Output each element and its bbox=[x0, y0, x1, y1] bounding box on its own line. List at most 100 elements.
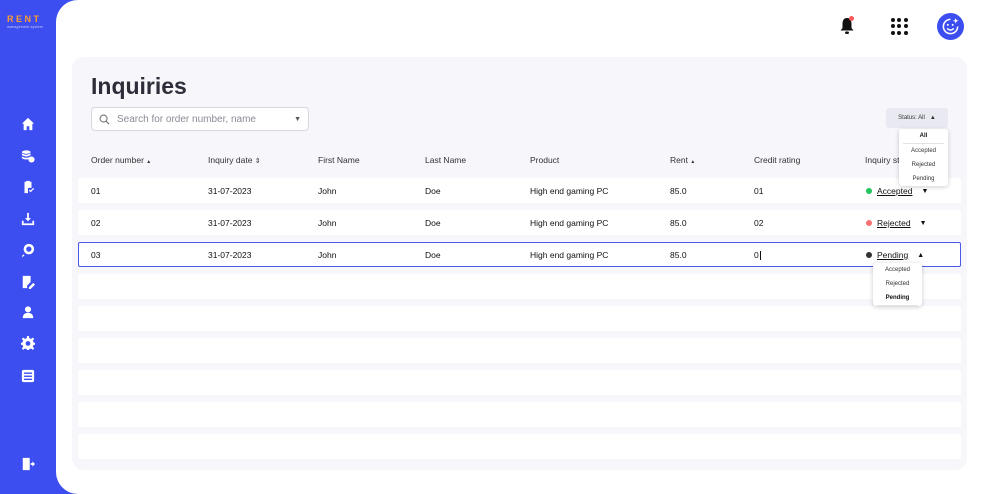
table-row[interactable]: 01 31-07-2023 John Doe High end gaming P… bbox=[78, 178, 961, 203]
search-placeholder: Search for order number, name bbox=[117, 113, 256, 125]
nav-tasks[interactable] bbox=[0, 366, 56, 386]
status-label: Pending bbox=[877, 250, 909, 260]
chevron-down-icon: ▼ bbox=[921, 187, 929, 195]
empty-row bbox=[78, 306, 961, 331]
header-rent[interactable]: Rent ▲ bbox=[670, 155, 695, 165]
money-icon bbox=[21, 150, 35, 163]
cell-first-name: John bbox=[318, 186, 337, 196]
status-select[interactable]: Rejected ▼ bbox=[866, 218, 927, 228]
nav-settings[interactable] bbox=[0, 333, 56, 353]
status-dot bbox=[866, 220, 872, 226]
row-status-dropdown: Accepted Rejected Pending bbox=[873, 263, 922, 306]
cell-product: High end gaming PC bbox=[530, 250, 609, 260]
cell-inquiry-date: 31-07-2023 bbox=[208, 186, 252, 196]
logout-icon bbox=[22, 457, 35, 471]
sort-asc-icon: ▲ bbox=[146, 159, 152, 165]
header-inquiry-status: Inquiry st bbox=[865, 155, 900, 165]
smiley-icon bbox=[942, 17, 959, 34]
header-order-number[interactable]: Order number ▲ bbox=[91, 155, 151, 165]
table-row[interactable]: 02 31-07-2023 John Doe High end gaming P… bbox=[78, 210, 961, 235]
nav-home[interactable] bbox=[0, 114, 56, 134]
cell-first-name: John bbox=[318, 250, 337, 260]
cell-rent: 85.0 bbox=[670, 186, 687, 196]
nav-payments[interactable] bbox=[0, 146, 56, 166]
cell-credit-rating[interactable]: 01 bbox=[754, 186, 763, 196]
chevron-up-icon: ▲ bbox=[917, 251, 925, 259]
nav-downloads[interactable] bbox=[0, 209, 56, 229]
apps-grid-icon bbox=[890, 17, 908, 35]
main-content: Inquiries Search for order number, name … bbox=[56, 0, 1000, 494]
row-status-option-rejected[interactable]: Rejected bbox=[873, 277, 922, 291]
row-status-option-pending[interactable]: Pending bbox=[873, 291, 922, 305]
empty-row bbox=[78, 274, 961, 299]
chevron-down-icon[interactable]: ▼ bbox=[294, 116, 301, 123]
cell-last-name: Doe bbox=[425, 250, 441, 260]
header-first-name: First Name bbox=[318, 155, 360, 165]
inquiries-card: Inquiries Search for order number, name … bbox=[72, 57, 967, 470]
table-header: Order number ▲ Inquiry date ⇕ First Name… bbox=[72, 155, 967, 169]
notification-badge bbox=[849, 16, 854, 21]
clipboard-check-icon bbox=[24, 180, 35, 194]
sort-asc-icon: ▲ bbox=[690, 159, 696, 165]
chevron-up-icon: ▲ bbox=[929, 115, 936, 121]
empty-row bbox=[78, 402, 961, 427]
status-select[interactable]: Accepted ▼ bbox=[866, 186, 928, 196]
top-bar bbox=[833, 12, 964, 40]
cell-order-number: 01 bbox=[91, 186, 101, 196]
cell-last-name: Doe bbox=[425, 218, 441, 228]
checklist-icon bbox=[21, 369, 35, 383]
brand-logo: RENT management system bbox=[7, 14, 43, 29]
cell-inquiry-date: 31-07-2023 bbox=[208, 218, 252, 228]
page-title: Inquiries bbox=[91, 73, 187, 99]
status-label: Rejected bbox=[877, 218, 911, 228]
text-cursor bbox=[759, 251, 761, 261]
row-status-option-accepted[interactable]: Accepted bbox=[873, 263, 922, 277]
table-row-selected[interactable]: 03 31-07-2023 John Doe High end gaming P… bbox=[78, 242, 961, 267]
brand-subtitle: management system bbox=[7, 25, 43, 29]
header-last-name: Last Name bbox=[425, 155, 467, 165]
cell-order-number: 02 bbox=[91, 218, 101, 228]
empty-row bbox=[78, 434, 961, 459]
nav-logout[interactable] bbox=[0, 454, 56, 474]
cell-inquiry-date: 31-07-2023 bbox=[208, 250, 252, 260]
brand-title: RENT bbox=[7, 14, 42, 24]
header-product: Product bbox=[530, 155, 560, 165]
nav-documents[interactable] bbox=[0, 272, 56, 292]
status-filter-option-rejected[interactable]: Rejected bbox=[899, 158, 948, 172]
status-filter-label: Status: All bbox=[898, 115, 925, 121]
sort-icon: ⇕ bbox=[254, 158, 261, 165]
credit-rating-input[interactable]: 0 bbox=[754, 250, 761, 261]
header-credit-rating: Credit rating bbox=[754, 155, 801, 165]
status-label: Accepted bbox=[877, 186, 913, 196]
apps-button[interactable] bbox=[885, 12, 913, 40]
header-inquiry-date[interactable]: Inquiry date ⇕ bbox=[208, 155, 261, 165]
empty-row bbox=[78, 338, 961, 363]
user-icon bbox=[22, 306, 34, 319]
status-filter-button[interactable]: Status: All ▲ bbox=[886, 108, 948, 128]
chevron-down-icon: ▼ bbox=[919, 219, 927, 227]
cell-rent: 85.0 bbox=[670, 218, 687, 228]
cell-order-number: 03 bbox=[91, 250, 101, 260]
status-filter-option-accepted[interactable]: Accepted bbox=[899, 144, 948, 158]
status-filter-option-pending[interactable]: Pending bbox=[899, 172, 948, 186]
status-dot bbox=[866, 188, 872, 194]
avatar[interactable] bbox=[937, 12, 964, 40]
status-filter-dropdown: All Accepted Rejected Pending bbox=[899, 129, 948, 186]
nav-approvals[interactable] bbox=[0, 177, 56, 197]
nav-search[interactable] bbox=[0, 240, 56, 260]
search-input[interactable]: Search for order number, name ▼ bbox=[91, 107, 309, 131]
gear-icon bbox=[21, 336, 35, 350]
status-select[interactable]: Pending ▲ bbox=[866, 250, 924, 260]
status-filter-option-all[interactable]: All bbox=[899, 129, 948, 143]
cell-product: High end gaming PC bbox=[530, 218, 609, 228]
empty-row bbox=[78, 370, 961, 395]
cell-rent: 85.0 bbox=[670, 250, 687, 260]
nav-users[interactable] bbox=[0, 302, 56, 322]
edit-document-icon bbox=[22, 275, 35, 289]
cell-last-name: Doe bbox=[425, 186, 441, 196]
cell-credit-rating[interactable]: 02 bbox=[754, 218, 763, 228]
download-icon bbox=[21, 212, 35, 226]
status-dot bbox=[866, 252, 872, 258]
sidebar: RENT management system bbox=[0, 0, 56, 494]
notifications-button[interactable] bbox=[833, 12, 861, 40]
